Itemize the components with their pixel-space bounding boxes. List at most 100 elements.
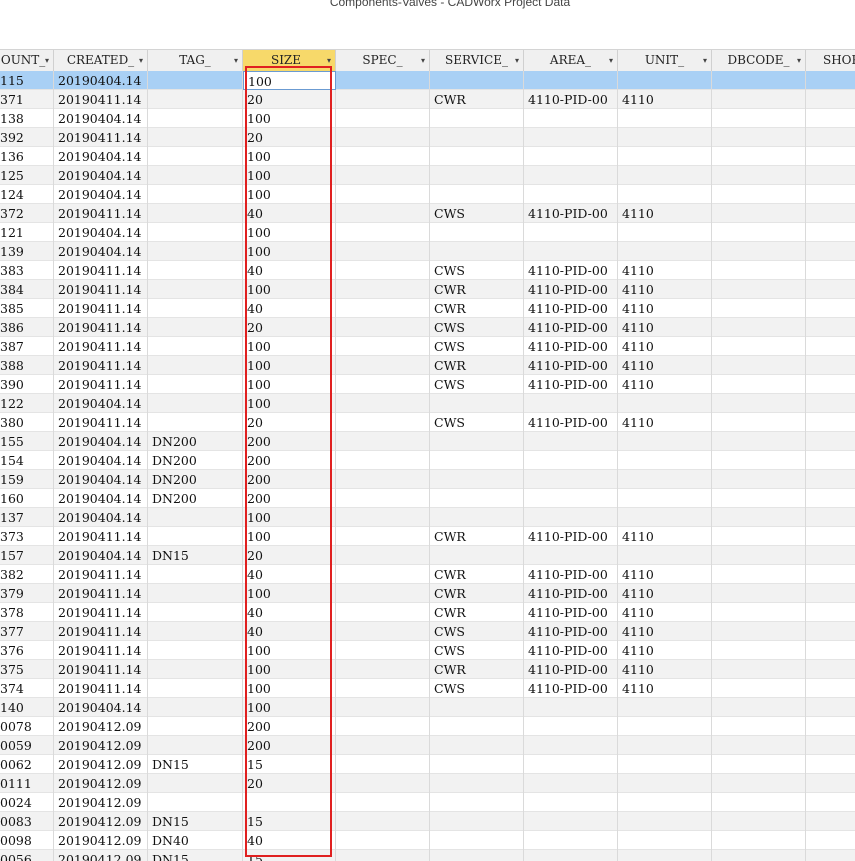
cell-size[interactable]: 100: [243, 698, 336, 717]
cell-area[interactable]: [524, 508, 618, 527]
cell-count[interactable]: 0078: [0, 717, 54, 736]
filter-dropdown-icon[interactable]: ▾: [234, 50, 238, 71]
cell-size[interactable]: 100: [243, 508, 336, 527]
cell-dbcode[interactable]: [712, 584, 806, 603]
cell-unit[interactable]: [618, 736, 712, 755]
cell-service[interactable]: [430, 128, 524, 147]
cell-count[interactable]: 124: [0, 185, 54, 204]
cell-service[interactable]: CWS: [430, 318, 524, 337]
cell-service[interactable]: [430, 736, 524, 755]
cell-count[interactable]: 0024: [0, 793, 54, 812]
table-row[interactable]: 380 20190411.14 20 CWS 4110-PID-00 4110: [0, 413, 855, 432]
cell-spec[interactable]: [336, 603, 430, 622]
cell-created[interactable]: 20190411.14: [54, 527, 148, 546]
cell-size[interactable]: 100: [243, 109, 336, 128]
cell-area[interactable]: [524, 755, 618, 774]
cell-service[interactable]: [430, 698, 524, 717]
cell-area[interactable]: 4110-PID-00: [524, 375, 618, 394]
cell-created[interactable]: 20190412.09: [54, 755, 148, 774]
cell-count[interactable]: 0083: [0, 812, 54, 831]
cell-dbcode[interactable]: [712, 356, 806, 375]
cell-service[interactable]: [430, 508, 524, 527]
table-row[interactable]: 0083 20190412.09 DN15 15: [0, 812, 855, 831]
cell-size[interactable]: 100: [243, 584, 336, 603]
table-row[interactable]: 155 20190404.14 DN200 200: [0, 432, 855, 451]
cell-shortd[interactable]: [806, 755, 855, 774]
cell-count[interactable]: 382: [0, 565, 54, 584]
cell-unit[interactable]: [618, 432, 712, 451]
cell-shortd[interactable]: [806, 432, 855, 451]
cell-shortd[interactable]: [806, 508, 855, 527]
cell-size[interactable]: 100: [243, 679, 336, 698]
cell-shortd[interactable]: [806, 280, 855, 299]
filter-dropdown-icon[interactable]: ▾: [515, 50, 519, 71]
cell-shortd[interactable]: [806, 375, 855, 394]
cell-spec[interactable]: [336, 755, 430, 774]
cell-service[interactable]: CWR: [430, 299, 524, 318]
cell-tag[interactable]: [148, 793, 243, 812]
table-row[interactable]: 382 20190411.14 40 CWR 4110-PID-00 4110: [0, 565, 855, 584]
cell-tag[interactable]: DN200: [148, 451, 243, 470]
cell-shortd[interactable]: [806, 660, 855, 679]
cell-area[interactable]: 4110-PID-00: [524, 603, 618, 622]
cell-shortd[interactable]: [806, 736, 855, 755]
cell-spec[interactable]: [336, 356, 430, 375]
cell-spec[interactable]: [336, 698, 430, 717]
cell-area[interactable]: 4110-PID-00: [524, 204, 618, 223]
cell-created[interactable]: 20190411.14: [54, 622, 148, 641]
cell-size[interactable]: 15: [243, 755, 336, 774]
cell-tag[interactable]: [148, 280, 243, 299]
cell-shortd[interactable]: [806, 128, 855, 147]
table-row[interactable]: 154 20190404.14 DN200 200: [0, 451, 855, 470]
cell-dbcode[interactable]: [712, 337, 806, 356]
cell-shortd[interactable]: [806, 109, 855, 128]
cell-tag[interactable]: DN200: [148, 489, 243, 508]
table-row[interactable]: 388 20190411.14 100 CWR 4110-PID-00 4110: [0, 356, 855, 375]
cell-count[interactable]: 371: [0, 90, 54, 109]
cell-shortd[interactable]: [806, 90, 855, 109]
cell-unit[interactable]: 4110: [618, 660, 712, 679]
cell-unit[interactable]: 4110: [618, 584, 712, 603]
cell-dbcode[interactable]: [712, 717, 806, 736]
table-row[interactable]: 0059 20190412.09 200: [0, 736, 855, 755]
cell-area[interactable]: [524, 489, 618, 508]
cell-dbcode[interactable]: [712, 489, 806, 508]
cell-size[interactable]: 100: [243, 394, 336, 413]
cell-created[interactable]: 20190404.14: [54, 546, 148, 565]
cell-area[interactable]: 4110-PID-00: [524, 641, 618, 660]
cell-created[interactable]: 20190404.14: [54, 470, 148, 489]
cell-tag[interactable]: [148, 185, 243, 204]
cell-service[interactable]: CWR: [430, 90, 524, 109]
cell-count[interactable]: 388: [0, 356, 54, 375]
cell-shortd[interactable]: [806, 356, 855, 375]
cell-dbcode[interactable]: [712, 299, 806, 318]
cell-dbcode[interactable]: [712, 242, 806, 261]
table-row[interactable]: 157 20190404.14 DN15 20: [0, 546, 855, 565]
cell-tag[interactable]: [148, 90, 243, 109]
cell-size[interactable]: 100: [243, 147, 336, 166]
cell-count[interactable]: 380: [0, 413, 54, 432]
cell-shortd[interactable]: [806, 774, 855, 793]
cell-area[interactable]: 4110-PID-00: [524, 337, 618, 356]
cell-created[interactable]: 20190404.14: [54, 451, 148, 470]
cell-tag[interactable]: [148, 109, 243, 128]
cell-shortd[interactable]: [806, 185, 855, 204]
cell-spec[interactable]: [336, 223, 430, 242]
table-row[interactable]: 138 20190404.14 100: [0, 109, 855, 128]
cell-created[interactable]: 20190411.14: [54, 280, 148, 299]
table-row[interactable]: 139 20190404.14 100: [0, 242, 855, 261]
table-row[interactable]: 373 20190411.14 100 CWR 4110-PID-00 4110: [0, 527, 855, 546]
cell-tag[interactable]: DN200: [148, 432, 243, 451]
cell-dbcode[interactable]: [712, 527, 806, 546]
cell-service[interactable]: [430, 774, 524, 793]
table-row[interactable]: 122 20190404.14 100: [0, 394, 855, 413]
cell-area[interactable]: [524, 812, 618, 831]
cell-area[interactable]: [524, 109, 618, 128]
cell-tag[interactable]: [148, 622, 243, 641]
cell-spec[interactable]: [336, 242, 430, 261]
column-header-size[interactable]: SIZE_ ▾: [243, 50, 336, 71]
cell-count[interactable]: 0056: [0, 850, 54, 861]
cell-tag[interactable]: DN15: [148, 546, 243, 565]
cell-shortd[interactable]: [806, 717, 855, 736]
cell-shortd[interactable]: [806, 204, 855, 223]
